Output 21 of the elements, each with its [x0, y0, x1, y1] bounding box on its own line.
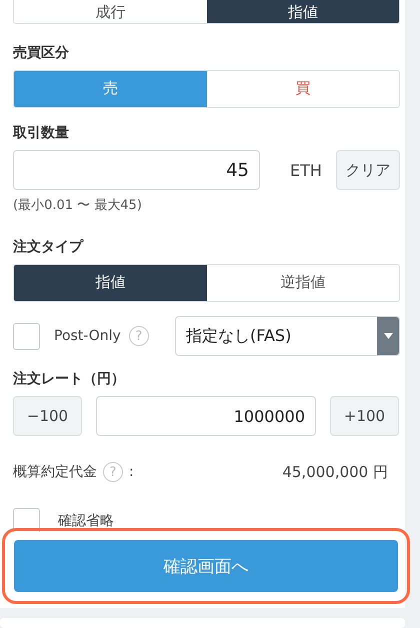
decrease-button[interactable]: −100 — [13, 396, 82, 436]
quantity-field[interactable]: 45 — [13, 150, 260, 190]
post-only-label: Post-Only — [54, 328, 121, 344]
execution-select[interactable]: 指定なし(FAS) — [175, 316, 400, 356]
quantity-hint: (最小0.01 〜 最大45) — [13, 197, 143, 214]
caret-icon — [384, 333, 392, 339]
rate-field[interactable]: 1000000 — [96, 396, 316, 436]
section-label: 売買区分 — [13, 44, 70, 62]
estimate-value: 45,000,000 円 — [282, 462, 388, 482]
post-only-checkbox[interactable] — [13, 322, 40, 350]
section-label: 注文レート（円） — [13, 370, 126, 388]
colon-text: : — [129, 464, 134, 480]
segment-tab[interactable]: 指値 — [206, 0, 399, 23]
section-label: 注文タイプ — [13, 238, 85, 256]
clear-button[interactable]: クリア — [336, 150, 400, 190]
skip-confirm-label: 確認省略 — [58, 512, 114, 530]
segment-tab[interactable]: 指値 — [14, 265, 206, 301]
unit-label: ETH — [290, 160, 322, 180]
estimate-label: 概算約定代金 — [13, 463, 97, 481]
section-label: 取引数量 — [13, 124, 70, 142]
increase-button[interactable]: +100 — [330, 396, 399, 436]
